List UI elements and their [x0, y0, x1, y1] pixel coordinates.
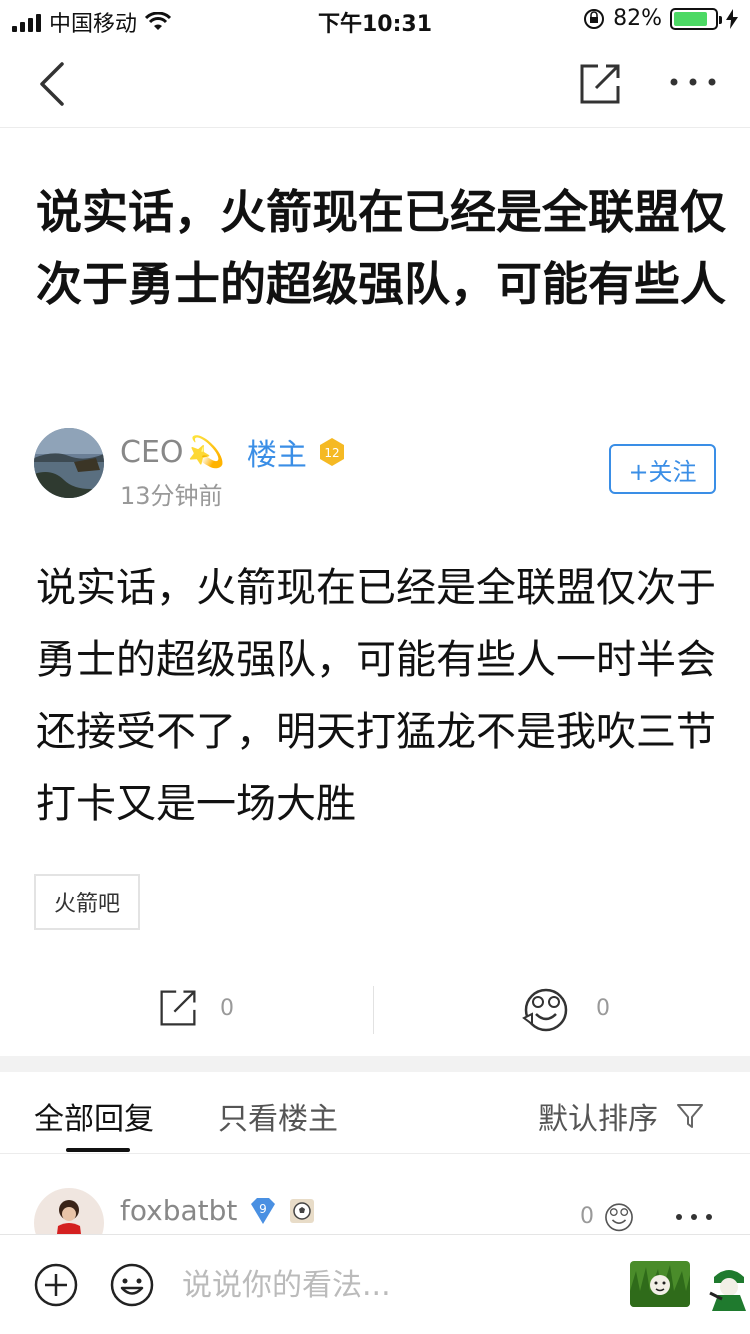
- reply-item: foxbatbt 9 0: [0, 1154, 750, 1234]
- reply-author-row: foxbatbt 9: [120, 1194, 315, 1227]
- comment-input-bar: [0, 1234, 750, 1334]
- sticker-thumbnail[interactable]: [708, 1263, 750, 1311]
- reply-level-number: 9: [260, 1202, 268, 1216]
- reply-avatar[interactable]: [34, 1188, 104, 1234]
- emoji-icon[interactable]: [110, 1263, 154, 1307]
- author-row: CEO 💫 楼主 12 13分钟前 +关注: [34, 428, 724, 510]
- author-name[interactable]: CEO: [120, 435, 184, 470]
- like-face-icon: [522, 988, 568, 1032]
- reply-author-name[interactable]: foxbatbt: [120, 1194, 237, 1227]
- add-icon[interactable]: [34, 1263, 78, 1307]
- reply-like-count: 0: [580, 1203, 594, 1229]
- status-right: 82%: [583, 6, 738, 31]
- battery-icon: [670, 7, 722, 30]
- owner-label: 楼主: [246, 438, 307, 473]
- football-badge-icon: [290, 1198, 315, 1223]
- reply-tabs: 全部回复 只看楼主 默认排序: [0, 1072, 750, 1154]
- post-body: 说实话，火箭现在已经是全联盟仅次于勇士的超级强队，可能有些人一时半会还接受不了，…: [36, 565, 716, 827]
- follow-button[interactable]: +关注: [609, 444, 716, 494]
- avatar[interactable]: [34, 428, 104, 498]
- like-action[interactable]: 0: [520, 984, 610, 1032]
- forum-tag[interactable]: 火箭吧: [34, 874, 140, 930]
- level-number: 12: [324, 446, 339, 460]
- level-badge-icon: 9: [251, 1197, 276, 1224]
- comment-input[interactable]: [180, 1257, 610, 1313]
- tab-owner-only[interactable]: 只看楼主: [218, 1094, 338, 1138]
- more-icon[interactable]: [668, 70, 718, 94]
- nav-bar: [0, 40, 750, 128]
- level-badge: 12: [317, 437, 347, 467]
- active-tab-indicator: [66, 1148, 130, 1152]
- filter-icon: [677, 1104, 703, 1128]
- reply-more-icon[interactable]: [674, 1212, 714, 1222]
- status-bar: 中国移动 下午10:31 82%: [0, 0, 750, 40]
- section-separator: [0, 1056, 750, 1072]
- divider: [373, 986, 374, 1034]
- share-action[interactable]: 0: [158, 988, 234, 1028]
- post-actions: 0 0: [0, 970, 750, 1050]
- tab-all-replies[interactable]: 全部回复: [34, 1094, 154, 1138]
- rotation-lock-icon: [584, 8, 605, 29]
- sticker-thumbnail[interactable]: [630, 1261, 690, 1307]
- charging-icon: [726, 8, 738, 29]
- like-count: 0: [596, 995, 610, 1021]
- post-time: 13分钟前: [120, 482, 223, 510]
- share-icon[interactable]: [578, 62, 622, 106]
- share-count: 0: [220, 995, 234, 1021]
- sort-dropdown[interactable]: 默认排序: [538, 1094, 704, 1138]
- battery-fill: [674, 11, 707, 26]
- author-name-row: CEO 💫 楼主 12: [120, 430, 347, 474]
- sort-label: 默认排序: [538, 1102, 658, 1137]
- reply-like-action[interactable]: 0: [580, 1200, 636, 1232]
- post-title: 说实话，火箭现在已经是全联盟仅次于勇士的超级强队，可能有些人: [36, 185, 726, 311]
- chevron-left-icon[interactable]: [30, 58, 78, 110]
- like-face-icon: [605, 1203, 633, 1232]
- share-icon: [160, 990, 196, 1026]
- battery-percent: 82%: [613, 6, 662, 31]
- author-emoji: 💫: [187, 434, 225, 470]
